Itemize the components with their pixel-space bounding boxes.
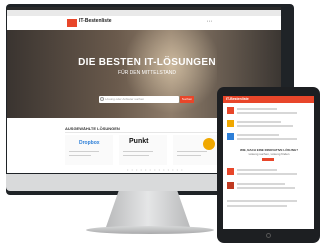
brand-logo-icon[interactable] bbox=[67, 19, 77, 27]
tablet-item-text bbox=[237, 108, 277, 110]
tablet-item-thumb[interactable] bbox=[227, 168, 234, 175]
header-nav[interactable]: ▪ ▪ ▪ bbox=[207, 19, 212, 23]
brand-name[interactable]: IT-Bestenliste bbox=[79, 18, 112, 24]
tablet-footer-text bbox=[227, 205, 287, 207]
tablet-item-thumb[interactable] bbox=[227, 133, 234, 140]
tablet-subheading: Lösung suchen, Lösung finden bbox=[248, 152, 290, 156]
tablet-brand-name[interactable]: IT-Bestenliste bbox=[226, 97, 249, 101]
tablet-item-text bbox=[237, 138, 297, 140]
hero-title: DIE BESTEN IT-LÖSUNGEN bbox=[78, 57, 216, 68]
tablet-item-thumb[interactable] bbox=[227, 182, 234, 189]
section-divider bbox=[65, 132, 225, 133]
card-text bbox=[69, 155, 91, 156]
tablet-screen: IT-Bestenliste WIE, NACH EINE INNOVATIVE… bbox=[223, 96, 314, 229]
carousel-dots[interactable]: • • • • • • • • • • • • • bbox=[127, 167, 184, 172]
card-logo-icon bbox=[203, 138, 215, 150]
card-text bbox=[123, 151, 153, 152]
tablet-item-text bbox=[237, 121, 281, 123]
tablet-item-thumb[interactable] bbox=[227, 120, 234, 127]
tablet-item-text bbox=[237, 183, 285, 185]
card-text bbox=[123, 155, 149, 156]
search-input[interactable]: Lösung oder Anbieter suchen bbox=[99, 96, 179, 103]
card-text bbox=[177, 155, 201, 156]
search-button[interactable]: Suchen bbox=[180, 96, 194, 103]
card-logo: Dropbox bbox=[79, 140, 100, 146]
card-logo: Punkt bbox=[129, 138, 149, 145]
site-header bbox=[7, 16, 281, 30]
tablet-item-text bbox=[237, 187, 295, 189]
tablet-item-thumb[interactable] bbox=[227, 107, 234, 114]
tablet-item-text bbox=[237, 125, 293, 127]
search-icon bbox=[100, 97, 104, 101]
tablet-home-button[interactable] bbox=[266, 233, 271, 238]
monitor-stand bbox=[106, 191, 190, 227]
tablet-item-text bbox=[237, 112, 297, 114]
tablet-item-text bbox=[237, 169, 277, 171]
section-title: AUSGEWÄHLTE LÖSUNGEN bbox=[65, 126, 120, 131]
tablet-item-text bbox=[237, 134, 279, 136]
tablet-cta-button[interactable] bbox=[262, 158, 274, 161]
tablet-item-text bbox=[237, 173, 297, 175]
card-text bbox=[177, 151, 207, 152]
hero-subtitle: FÜR DEN MITTELSTAND bbox=[118, 70, 176, 76]
card-text bbox=[69, 151, 99, 152]
monitor-base bbox=[86, 226, 214, 234]
tablet-footer-text bbox=[227, 200, 297, 202]
